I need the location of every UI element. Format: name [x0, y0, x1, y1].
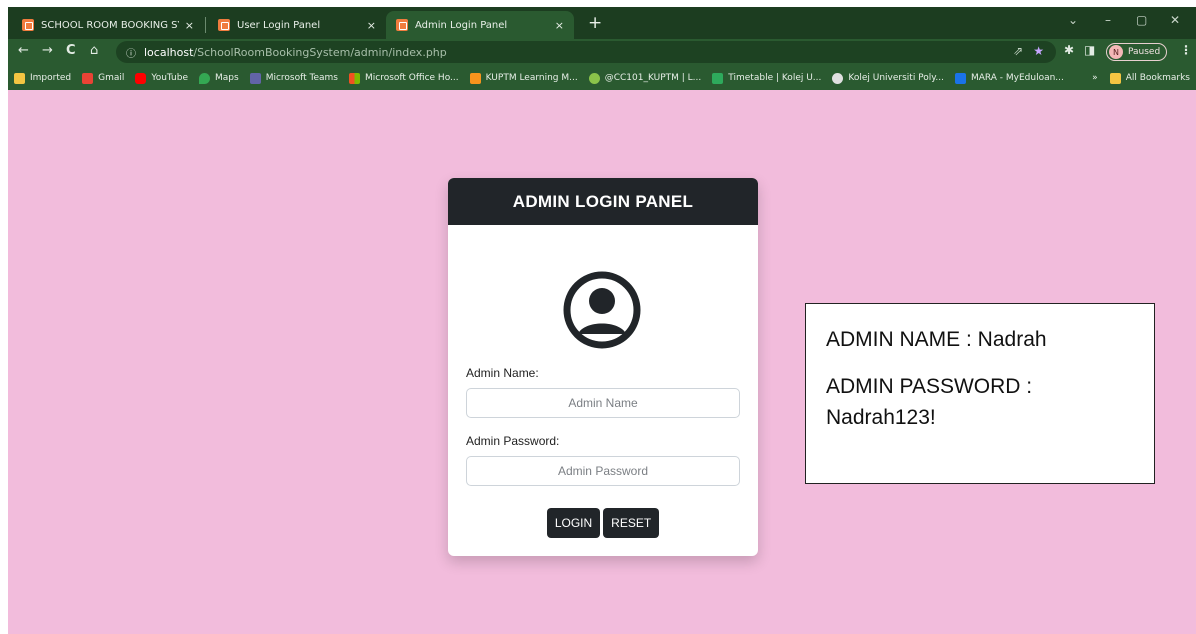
reset-button[interactable]: RESET — [603, 508, 660, 538]
address-bar[interactable]: ⓘ localhost/SchoolRoomBookingSystem/admi… — [116, 41, 1056, 63]
admin-login-card: ADMIN LOGIN PANEL Admin Name: Admin Pass… — [448, 178, 758, 556]
tab-close-icon[interactable]: × — [185, 19, 194, 32]
teams-icon — [249, 72, 261, 84]
note-admin-password-label: ADMIN PASSWORD : — [826, 375, 1033, 398]
page-content: ADMIN LOGIN PANEL Admin Name: Admin Pass… — [8, 90, 1196, 634]
login-button[interactable]: LOGIN — [546, 508, 601, 538]
tab-user-login-panel[interactable]: User Login Panel × — [208, 11, 386, 39]
bookmark-microsoft-teams[interactable]: Microsoft Teams — [249, 72, 338, 84]
all-bookmarks-button[interactable]: All Bookmarks — [1126, 73, 1190, 83]
bookmark-kolej-universiti[interactable]: Kolej Universiti Poly... — [832, 72, 944, 84]
admin-name-input[interactable] — [466, 388, 740, 418]
extensions-puzzle-icon[interactable]: ✱ — [1064, 43, 1074, 57]
office-icon — [348, 72, 360, 84]
bookmarks-overflow-button[interactable]: » — [1092, 73, 1098, 83]
share-icon[interactable]: ⇗ — [1013, 44, 1023, 58]
site-favicon-icon — [218, 19, 230, 31]
sheets-icon — [712, 72, 724, 84]
credentials-note: ADMIN NAME : Nadrah ADMIN PASSWORD : Nad… — [805, 303, 1155, 484]
youtube-icon — [135, 72, 147, 84]
forward-button[interactable]: → — [42, 43, 53, 58]
bookmark-mara-myeduloan[interactable]: MARA - MyEduloan... — [954, 72, 1064, 84]
tab-title: SCHOOL ROOM BOOKING SYST — [41, 19, 179, 31]
tab-title: Admin Login Panel — [415, 19, 508, 31]
site-favicon-icon — [396, 19, 408, 31]
avatar: N — [1109, 45, 1123, 59]
mara-icon — [954, 72, 966, 84]
browser-window: SCHOOL ROOM BOOKING SYST × User Login Pa… — [8, 7, 1196, 634]
profile-status: Paused — [1128, 47, 1161, 57]
admin-name-label: Admin Name: — [466, 366, 539, 380]
bookmark-label: @CC101_KUPTM | L... — [604, 73, 702, 83]
user-circle-icon — [563, 271, 641, 349]
bookmark-label: Imported — [30, 73, 72, 83]
bookmark-label: KUPTM Learning M... — [485, 73, 578, 83]
note-admin-password-value: Nadrah123! — [826, 406, 936, 429]
bookmarks-bar: Imported Gmail YouTube Maps Microsoft Te… — [8, 66, 1196, 90]
bookmark-gmail[interactable]: Gmail — [82, 72, 125, 84]
url-host: localhost — [144, 45, 194, 59]
tab-school-room-booking[interactable]: SCHOOL ROOM BOOKING SYST × — [12, 11, 204, 39]
home-button[interactable]: ⌂ — [90, 43, 98, 58]
bookmark-star-icon[interactable]: ★ — [1033, 44, 1044, 58]
site-favicon-icon — [22, 19, 34, 31]
asterisk-icon — [588, 72, 600, 84]
bookmark-label: Gmail — [98, 73, 125, 83]
login-title: ADMIN LOGIN PANEL — [512, 191, 694, 211]
back-button[interactable]: ← — [18, 43, 29, 58]
bookmark-microsoft-office[interactable]: Microsoft Office Ho... — [348, 72, 459, 84]
browser-toolbar: ← → C ⌂ ⓘ localhost/SchoolRoomBookingSys… — [8, 39, 1196, 66]
admin-password-label: Admin Password: — [466, 434, 560, 448]
side-panel-icon[interactable]: ◨ — [1084, 43, 1095, 57]
tab-strip: SCHOOL ROOM BOOKING SYST × User Login Pa… — [8, 7, 1196, 39]
menu-kebab-icon[interactable]: ⋮ — [1180, 43, 1192, 57]
kuptm-icon — [469, 72, 481, 84]
tab-close-icon[interactable]: × — [555, 19, 564, 32]
bookmark-cc101-kuptm[interactable]: @CC101_KUPTM | L... — [588, 72, 702, 84]
bookmark-label: Timetable | Kolej U... — [728, 73, 822, 83]
bookmark-timetable[interactable]: Timetable | Kolej U... — [712, 72, 822, 84]
gmail-icon — [82, 72, 94, 84]
note-admin-name: ADMIN NAME : Nadrah — [826, 328, 1047, 351]
bookmark-label: YouTube — [151, 73, 188, 83]
bookmark-label: Kolej Universiti Poly... — [848, 73, 944, 83]
profile-button[interactable]: N Paused — [1106, 43, 1168, 61]
bookmark-youtube[interactable]: YouTube — [135, 72, 188, 84]
reload-button[interactable]: C — [66, 43, 76, 58]
card-header: ADMIN LOGIN PANEL — [448, 178, 758, 225]
maps-pin-icon — [199, 72, 210, 84]
tab-title: User Login Panel — [237, 19, 321, 31]
bookmark-imported[interactable]: Imported — [14, 72, 72, 84]
tab-close-icon[interactable]: × — [367, 19, 376, 32]
maximize-button[interactable]: ▢ — [1136, 13, 1147, 27]
bookmark-maps[interactable]: Maps — [199, 72, 239, 84]
tab-separator — [205, 17, 206, 33]
omnibox-actions: ⇗ ★ — [1013, 44, 1044, 58]
folder-icon — [14, 72, 25, 84]
site-info-icon[interactable]: ⓘ — [126, 45, 136, 60]
bookmark-label: Microsoft Teams — [265, 73, 338, 83]
bookmark-kuptm-learning[interactable]: KUPTM Learning M... — [469, 72, 578, 84]
bookmark-label: Maps — [215, 73, 239, 83]
minimize-button[interactable]: – — [1105, 13, 1111, 27]
button-row: LOGIN RESET — [448, 508, 758, 538]
tab-search-icon[interactable]: ⌄ — [1068, 13, 1078, 27]
globe-icon — [832, 72, 844, 84]
tab-admin-login-panel[interactable]: Admin Login Panel × — [386, 11, 574, 39]
bookmark-label: Microsoft Office Ho... — [364, 73, 459, 83]
bookmarks-right: » All Bookmarks — [1092, 66, 1190, 90]
url-path: /SchoolRoomBookingSystem/admin/index.php — [193, 45, 447, 59]
folder-icon — [1109, 72, 1121, 84]
new-tab-button[interactable]: + — [588, 13, 602, 33]
admin-password-input[interactable] — [466, 456, 740, 486]
close-window-button[interactable]: ✕ — [1170, 13, 1180, 27]
bookmark-label: MARA - MyEduloan... — [970, 73, 1064, 83]
